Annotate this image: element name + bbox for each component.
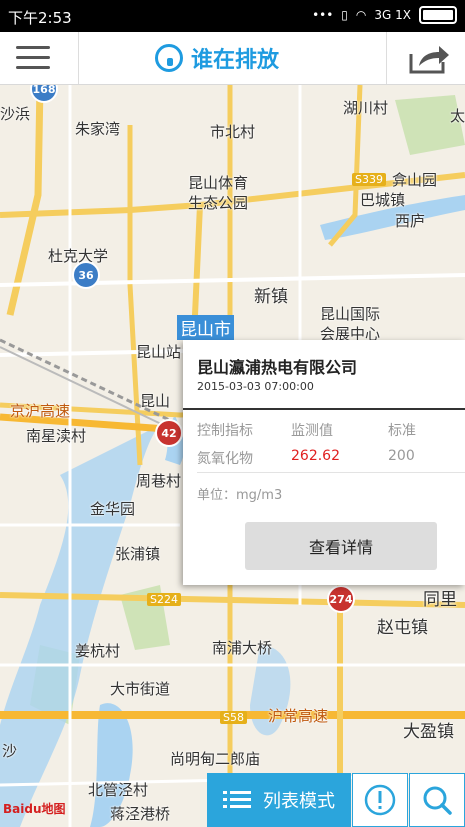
app-title: 谁在排放: [155, 42, 279, 74]
map-label: 尚明甸二郎庙: [170, 750, 261, 768]
status-time: 下午2:53: [8, 9, 72, 27]
status-bar: 下午2:53 ••• ▯ ◠ 3G 1X: [0, 0, 465, 32]
search-icon: [423, 786, 452, 815]
header-indicator: 控制指标: [197, 423, 253, 439]
menu-icon-bar: [16, 66, 50, 69]
header-value: 监测值: [291, 423, 333, 439]
menu-button[interactable]: [0, 32, 79, 84]
map-label: 姜杭村: [75, 642, 121, 660]
map-label: 京沪高速: [10, 402, 71, 420]
record-datetime: 2015-03-03 07:00:00: [197, 380, 314, 393]
map-marker[interactable]: 42: [155, 419, 183, 447]
battery-icon: [419, 6, 457, 24]
wifi-icon: ◠: [355, 8, 367, 22]
map-label: 大盈镇: [403, 722, 454, 742]
map-label: 朱家湾: [75, 120, 121, 138]
search-button[interactable]: [409, 773, 465, 827]
map-marker[interactable]: 36: [72, 261, 100, 289]
list-mode-label: 列表模式: [263, 791, 335, 812]
map-label: 北管泾村: [88, 781, 149, 799]
map-marker[interactable]: 274: [327, 585, 355, 613]
unit-text: 单位：mg/m3: [197, 488, 283, 503]
network-type: 3G 1X: [374, 8, 411, 22]
map-label: 昆山国际: [320, 305, 381, 323]
share-button[interactable]: [386, 32, 465, 84]
road-tag: S58: [220, 711, 247, 724]
city-label: 昆山市: [177, 315, 234, 340]
map-label: 市北村: [210, 123, 256, 141]
app-title-text: 谁在排放: [191, 48, 280, 73]
map-label: 周巷村: [136, 472, 182, 490]
map-label: 赵屯镇: [377, 618, 428, 638]
map-label: 南浦大桥: [212, 639, 273, 657]
map-label: 巴城镇: [360, 191, 406, 209]
menu-icon: [16, 46, 50, 49]
map-label: 生态公园: [188, 194, 249, 212]
map-label: 弇山园: [392, 171, 438, 189]
map-label: 沙: [2, 742, 18, 760]
info-button[interactable]: [352, 773, 408, 827]
map-label: 南星渎村: [26, 427, 87, 445]
more-icon: •••: [312, 8, 334, 22]
list-mode-button[interactable]: 列表模式: [207, 773, 351, 827]
map-label: 蒋泾港桥: [110, 805, 171, 823]
vibrate-icon: ▯: [341, 8, 348, 22]
map-label: 沪常高速: [268, 707, 329, 725]
map-label: 同里: [423, 590, 457, 610]
row-divider: [197, 472, 465, 473]
baidu-map-logo: Baidu地图: [3, 802, 66, 816]
info-icon: [364, 784, 396, 816]
map-label: 湖川村: [343, 99, 389, 117]
emission-popup: 昆山瀛浦热电有限公司 2015-03-03 07:00:00 控制指标 监测值 …: [183, 340, 465, 585]
map-label: 昆山体育: [188, 174, 249, 192]
app-logo-icon: [155, 44, 183, 72]
standard-value: 200: [388, 448, 415, 464]
view-details-button[interactable]: 查看详情: [245, 522, 437, 570]
app-bar: 谁在排放: [0, 32, 465, 85]
map-label: 太: [450, 107, 465, 125]
popup-divider: [183, 408, 465, 410]
map-label: 昆山站: [136, 343, 182, 361]
menu-icon-bar: [16, 56, 50, 59]
map-label: 新镇: [254, 287, 288, 307]
company-name: 昆山瀛浦热电有限公司: [197, 358, 358, 377]
list-icon: [223, 791, 251, 808]
map-label: 金华园: [90, 500, 136, 518]
map-label: 西庐: [395, 212, 426, 230]
map-label: 张浦镇: [115, 545, 161, 563]
header-standard: 标准: [388, 423, 416, 439]
indicator-name: 氮氧化物: [197, 451, 253, 467]
map-label: 昆山: [140, 392, 171, 410]
map-label: 沙浜: [0, 105, 31, 123]
road-tag: S224: [147, 593, 181, 606]
status-icons: ••• ▯ ◠ 3G 1X: [312, 6, 457, 24]
monitored-value: 262.62: [291, 448, 340, 464]
road-tag: S339: [352, 173, 386, 186]
share-icon: [409, 46, 449, 74]
map-label: 大市街道: [110, 680, 171, 698]
